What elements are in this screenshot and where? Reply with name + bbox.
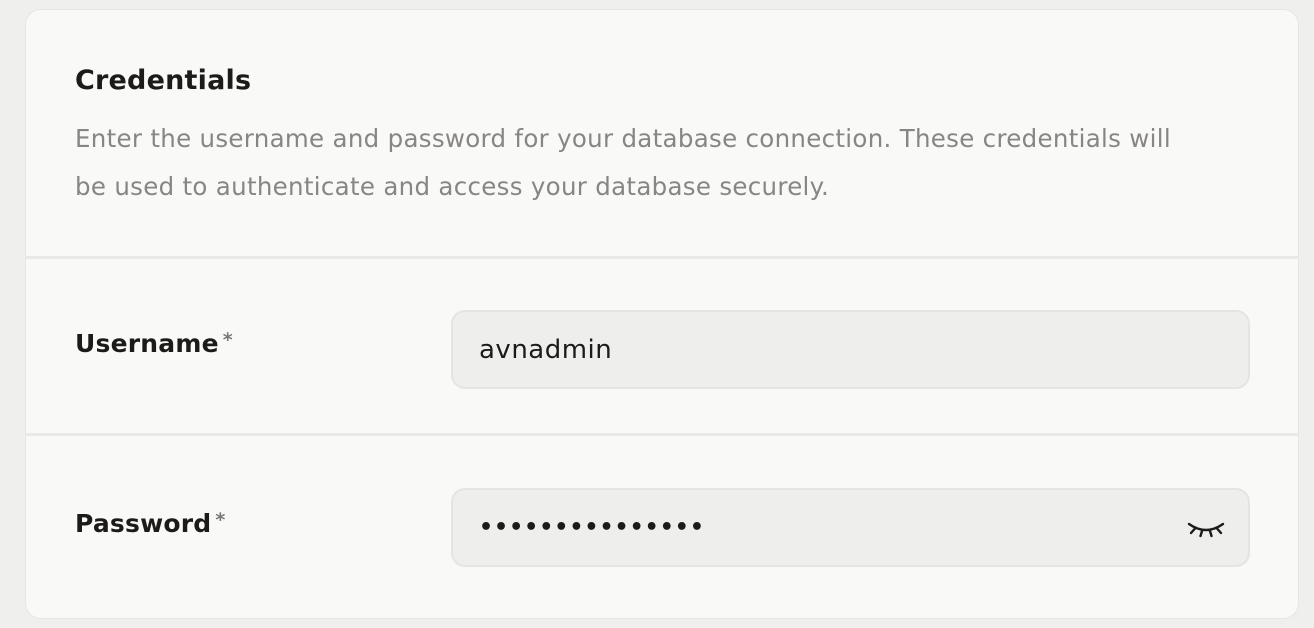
- password-input[interactable]: •••••••••••••••: [451, 488, 1250, 567]
- password-label: Password *: [75, 509, 226, 538]
- credentials-card: Credentials Enter the username and passw…: [25, 9, 1299, 619]
- credentials-header: Credentials Enter the username and passw…: [26, 10, 1298, 259]
- password-value: •••••••••••••••: [479, 515, 705, 540]
- username-value: avnadmin: [479, 334, 613, 365]
- required-marker: *: [222, 329, 233, 351]
- section-title: Credentials: [75, 65, 252, 96]
- username-input[interactable]: avnadmin: [451, 310, 1250, 389]
- password-label-text: Password: [75, 509, 212, 538]
- username-row: Username * avnadmin: [26, 259, 1298, 436]
- section-description: Enter the username and password for your…: [75, 124, 1171, 201]
- username-label: Username *: [75, 329, 233, 358]
- password-row: Password * •••••••••••••••: [26, 436, 1298, 613]
- eye-closed-icon[interactable]: [1186, 514, 1226, 542]
- required-marker: *: [215, 509, 226, 531]
- username-label-text: Username: [75, 329, 219, 358]
